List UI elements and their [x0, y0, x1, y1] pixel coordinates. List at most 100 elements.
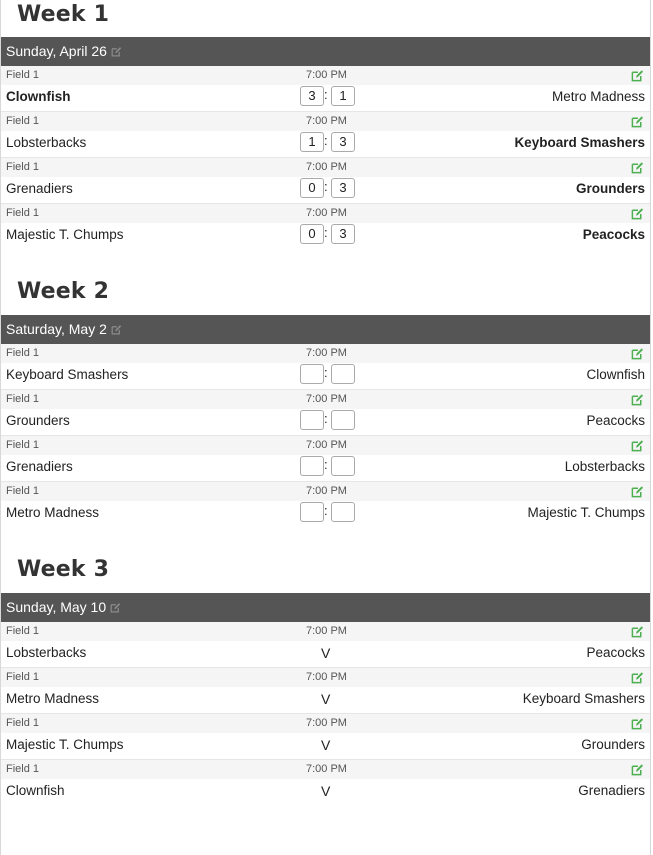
- away-team: Metro Madness: [551, 89, 645, 104]
- home-team: Metro Madness: [6, 691, 100, 706]
- edit-icon[interactable]: [631, 439, 644, 452]
- game-time: 7:00 PM: [306, 207, 347, 219]
- away-team: Keyboard Smashers: [514, 135, 645, 150]
- week-title: Week 3: [17, 557, 110, 582]
- home-score-input[interactable]: [300, 502, 324, 522]
- week-section: Week 2 Saturday, May 2 Field 1 7:00 PM Keybo…: [1, 267, 650, 527]
- away-score-input[interactable]: [331, 178, 355, 198]
- week-section: Week 1 Sunday, April 26 Field 1 7:00 PM Clow…: [1, 0, 650, 249]
- edit-icon[interactable]: [631, 717, 644, 730]
- day-label: Sunday, April 26: [6, 43, 107, 59]
- game-meta: Field 1 7:00 PM: [1, 482, 650, 501]
- edit-icon[interactable]: [631, 671, 644, 684]
- game-meta: Field 1 7:00 PM: [1, 436, 650, 455]
- versus-label: V: [321, 737, 331, 753]
- away-score-input[interactable]: [331, 456, 355, 476]
- home-score-input[interactable]: [300, 410, 324, 430]
- score-separator: :: [324, 457, 328, 472]
- away-score-input[interactable]: [331, 132, 355, 152]
- score-separator: :: [324, 179, 328, 194]
- home-team: Grenadiers: [6, 181, 73, 196]
- away-team: Grounders: [575, 181, 645, 196]
- game-teams: Majestic T. Chumps V Grounders: [1, 733, 650, 759]
- game-time: 7:00 PM: [306, 485, 347, 497]
- edit-icon[interactable]: [631, 485, 644, 498]
- home-score-input[interactable]: [300, 132, 324, 152]
- edit-icon[interactable]: [631, 69, 644, 82]
- away-team: Peacocks: [582, 227, 645, 242]
- game-row: Field 1 7:00 PM Clownfish: Metro Madness: [1, 66, 650, 112]
- day-header: Sunday, April 26: [1, 37, 650, 66]
- game-meta: Field 1 7:00 PM: [1, 714, 650, 733]
- game-teams: Grounders: Peacocks: [1, 409, 650, 435]
- field-label: Field 1: [6, 439, 40, 451]
- game-meta: Field 1 7:00 PM: [1, 668, 650, 687]
- home-team: Keyboard Smashers: [6, 367, 129, 382]
- game-teams: Clownfish: Metro Madness: [1, 85, 650, 111]
- week-title: Week 1: [17, 2, 110, 27]
- game-time: 7:00 PM: [306, 161, 347, 173]
- home-team: Majestic T. Chumps: [6, 227, 124, 242]
- edit-icon[interactable]: [631, 625, 644, 638]
- game-time: 7:00 PM: [306, 439, 347, 451]
- home-score-input[interactable]: [300, 364, 324, 384]
- away-team: Lobsterbacks: [564, 459, 645, 474]
- edit-icon[interactable]: [631, 161, 644, 174]
- game-teams: Clownfish V Grenadiers: [1, 779, 650, 805]
- field-label: Field 1: [6, 763, 40, 775]
- schedule-page: Week 1 Sunday, April 26 Field 1 7:00 PM Clow…: [0, 0, 651, 855]
- day-label: Sunday, May 10: [6, 599, 107, 615]
- away-score-input[interactable]: [331, 224, 355, 244]
- game-teams: Keyboard Smashers: Clownfish: [1, 363, 650, 389]
- game-meta: Field 1 7:00 PM: [1, 390, 650, 409]
- score-separator: :: [324, 503, 328, 518]
- game-row: Field 1 7:00 PM Majestic T. Chumps V Grounde…: [1, 714, 650, 760]
- away-team: Peacocks: [586, 645, 645, 660]
- away-score-input[interactable]: [331, 364, 355, 384]
- game-row: Field 1 7:00 PM Grenadiers: Lobsterbacks: [1, 436, 650, 482]
- game-time: 7:00 PM: [306, 115, 347, 127]
- game-teams: Grenadiers: Grounders: [1, 177, 650, 203]
- away-score-input[interactable]: [331, 410, 355, 430]
- home-score-input[interactable]: [300, 86, 324, 106]
- game-meta: Field 1 7:00 PM: [1, 66, 650, 85]
- edit-icon[interactable]: [111, 38, 122, 57]
- field-label: Field 1: [6, 671, 40, 683]
- versus-label: V: [321, 645, 331, 661]
- edit-icon[interactable]: [631, 763, 644, 776]
- edit-icon[interactable]: [110, 594, 121, 613]
- home-team: Metro Madness: [6, 505, 100, 520]
- home-team: Grounders: [6, 413, 70, 428]
- away-team: Keyboard Smashers: [522, 691, 645, 706]
- away-score-input[interactable]: [331, 502, 355, 522]
- home-score-input[interactable]: [300, 178, 324, 198]
- home-team: Grenadiers: [6, 459, 73, 474]
- game-time: 7:00 PM: [306, 393, 347, 405]
- home-team: Lobsterbacks: [6, 645, 87, 660]
- game-row: Field 1 7:00 PM Lobsterbacks V Peacocks: [1, 622, 650, 668]
- score-separator: :: [324, 87, 328, 102]
- game-teams: Metro Madness: Majestic T. Chumps: [1, 501, 650, 527]
- game-row: Field 1 7:00 PM Metro Madness: Majestic T. …: [1, 482, 650, 527]
- week-section: Week 3 Sunday, May 10 Field 1 7:00 PM Lobste…: [1, 545, 650, 805]
- game-row: Field 1 7:00 PM Lobsterbacks: Keyboard Smas…: [1, 112, 650, 158]
- week-title: Week 2: [17, 279, 110, 304]
- game-teams: Grenadiers: Lobsterbacks: [1, 455, 650, 481]
- home-team: Lobsterbacks: [6, 135, 87, 150]
- versus-label: V: [321, 783, 331, 799]
- home-score-input[interactable]: [300, 456, 324, 476]
- edit-icon[interactable]: [631, 207, 644, 220]
- day-header: Saturday, May 2: [1, 315, 650, 344]
- away-team: Majestic T. Chumps: [527, 505, 645, 520]
- home-team: Majestic T. Chumps: [6, 737, 124, 752]
- edit-icon[interactable]: [631, 393, 644, 406]
- edit-icon[interactable]: [631, 347, 644, 360]
- score-separator: :: [324, 133, 328, 148]
- home-score-input[interactable]: [300, 224, 324, 244]
- away-score-input[interactable]: [331, 86, 355, 106]
- versus-label: V: [321, 691, 331, 707]
- edit-icon[interactable]: [631, 115, 644, 128]
- game-meta: Field 1 7:00 PM: [1, 112, 650, 131]
- field-label: Field 1: [6, 207, 40, 219]
- edit-icon[interactable]: [111, 316, 122, 335]
